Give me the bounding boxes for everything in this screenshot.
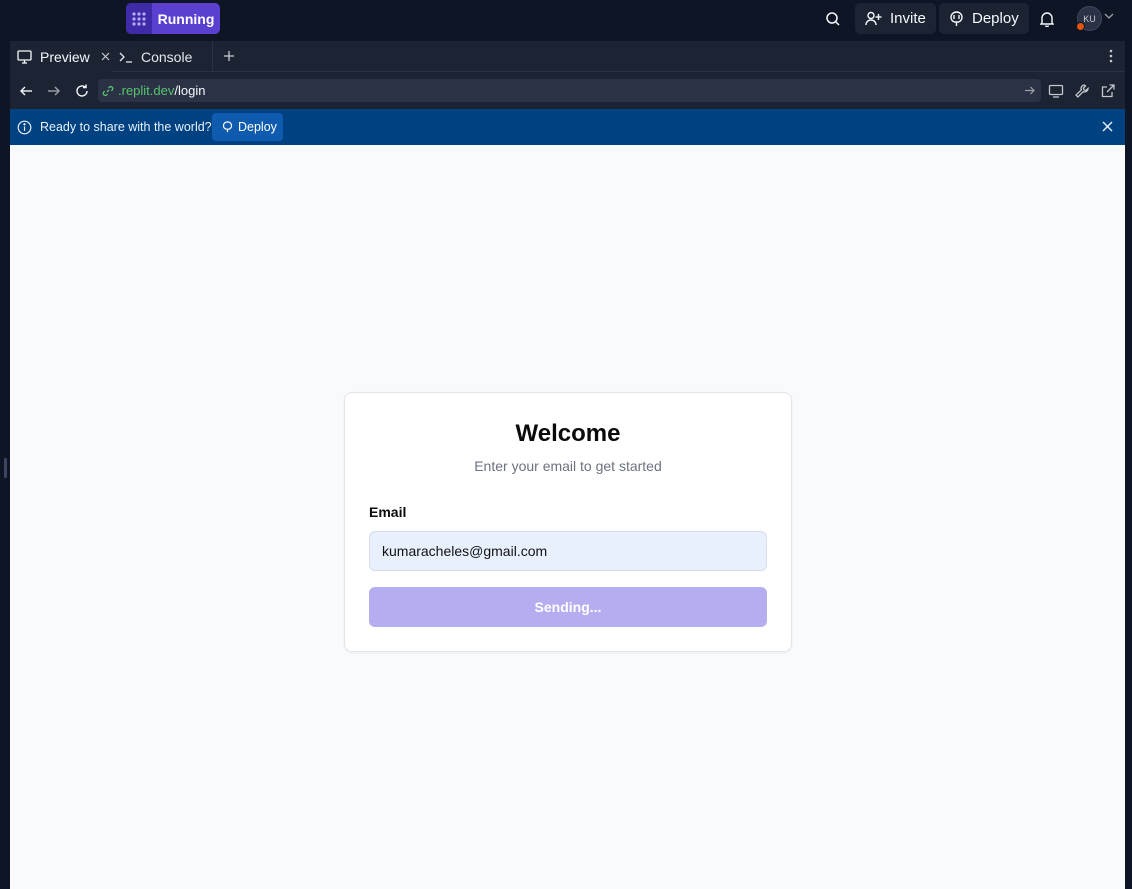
login-card: Welcome Enter your email to get started … (344, 392, 792, 652)
monitor-icon (17, 49, 32, 64)
invite-label: Invite (890, 10, 926, 27)
banner-deploy-label: Deploy (238, 120, 277, 134)
avatar-initials: KU (1083, 13, 1096, 24)
link-icon (102, 85, 114, 97)
url-bar: .replit.dev /login (10, 73, 1125, 108)
deploy-icon (222, 121, 233, 133)
page-title: Welcome (515, 420, 621, 447)
more-vertical-icon[interactable] (1109, 49, 1115, 63)
banner-text: Ready to share with the world? (40, 120, 212, 134)
submit-button[interactable]: Sending... (369, 587, 767, 627)
external-link-icon[interactable] (1100, 83, 1116, 99)
search-icon (825, 11, 841, 27)
preview-pane: Preview Console .replit.dev /login Ready… (10, 41, 1125, 889)
notifications-button[interactable] (1036, 3, 1058, 34)
bell-icon (1040, 11, 1054, 27)
terminal-icon (119, 51, 133, 63)
tab-bar: Preview Console (10, 41, 1125, 72)
url-field[interactable]: .replit.dev /login (98, 79, 1041, 102)
go-arrow-icon[interactable] (1024, 85, 1035, 96)
deploy-button[interactable]: Deploy (939, 3, 1029, 34)
close-icon[interactable] (98, 49, 112, 63)
wrench-icon[interactable] (1074, 83, 1090, 99)
url-path: /login (174, 83, 206, 98)
add-user-icon (865, 11, 882, 26)
tab-label: Preview (40, 48, 90, 65)
tab-console[interactable]: Console (112, 41, 213, 72)
email-field[interactable] (369, 531, 767, 571)
avatar-status-dot (1076, 22, 1085, 31)
deploy-banner: Ready to share with the world? Deploy (10, 109, 1125, 145)
run-button[interactable]: Running (126, 3, 220, 34)
tab-label: Console (141, 48, 193, 65)
run-button-label: Running (157, 10, 215, 27)
invite-button[interactable]: Invite (855, 3, 936, 34)
info-icon (17, 120, 32, 135)
top-bar: Running Invite Deploy KU (0, 0, 1132, 36)
arrow-right-icon[interactable] (46, 83, 62, 99)
plus-icon[interactable] (222, 49, 236, 63)
deploy-label: Deploy (972, 10, 1019, 27)
url-host: .replit.dev (118, 83, 175, 98)
devices-icon[interactable] (1048, 83, 1064, 99)
page-subtitle: Enter your email to get started (474, 458, 662, 474)
resize-handle[interactable] (4, 458, 7, 478)
preview-page: Welcome Enter your email to get started … (10, 145, 1125, 889)
reload-icon[interactable] (74, 83, 90, 99)
run-grid-icon (126, 3, 152, 34)
tab-preview[interactable]: Preview (10, 41, 112, 72)
banner-deploy-button[interactable]: Deploy (212, 113, 283, 141)
close-icon[interactable] (1102, 121, 1113, 132)
email-label: Email (369, 504, 407, 520)
arrow-left-icon[interactable] (18, 83, 34, 99)
search-button[interactable] (820, 3, 846, 34)
deploy-icon (949, 10, 964, 27)
chevron-down-icon[interactable] (1104, 12, 1114, 20)
